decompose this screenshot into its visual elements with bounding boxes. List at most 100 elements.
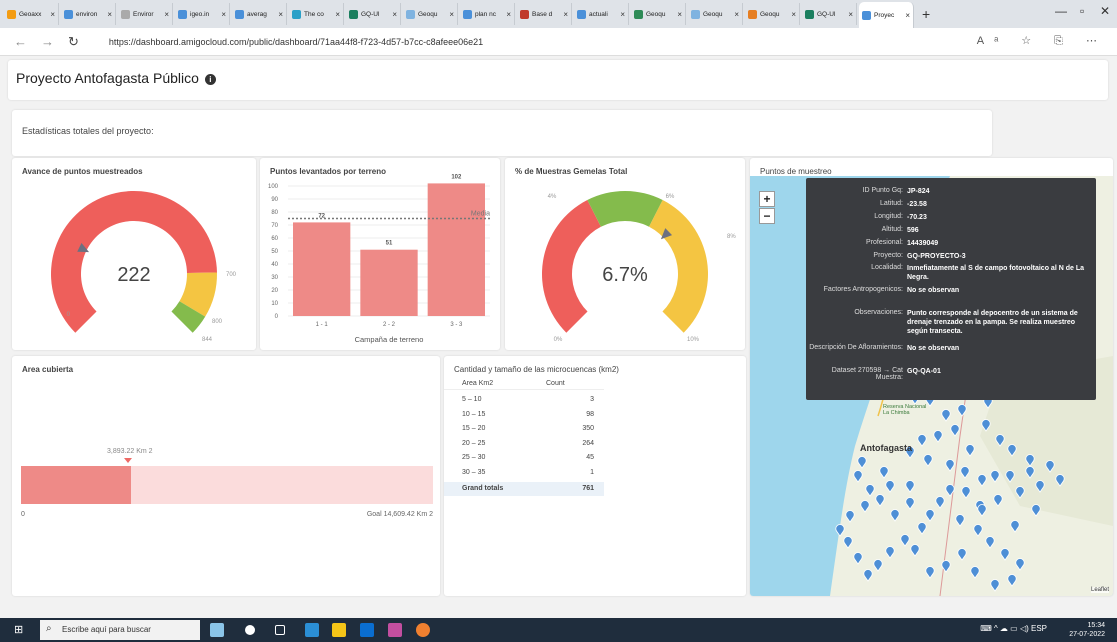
zoom-out-button[interactable]: − [759, 208, 775, 224]
browser-tab[interactable]: Base d × [517, 3, 572, 25]
gauge-gemelas-chart: 6.7% 4% 6% 8% 0% 10% [542, 191, 736, 343]
windows-start-icon[interactable]: ⊞ [14, 623, 23, 636]
gauge-tick-label: 8% [727, 234, 736, 240]
tab-favicon-icon [805, 9, 814, 19]
clock[interactable]: 15:34 27-07-2022 [1069, 621, 1105, 639]
bar-data-label: 51 [386, 241, 393, 247]
browser-tab[interactable]: plan nc × [460, 3, 515, 25]
browser-tab-bar: Geoaxx × environ × Enviror × igeo.in × averag × Th… [0, 0, 1117, 28]
tab-close-icon[interactable]: × [335, 10, 340, 19]
tab-label: The co [304, 10, 324, 18]
browser-tab[interactable]: The co × [289, 3, 344, 25]
taskbar-search[interactable]: ⌕ Escribe aquí para buscar [40, 620, 200, 640]
tab-close-icon[interactable]: × [392, 10, 397, 19]
gauge-tick-label: 0% [554, 337, 563, 343]
browser-toolbar-icons[interactable]: Aᵃ ☆ ⎘ ⋯ [977, 34, 1107, 48]
tab-close-icon[interactable]: × [791, 10, 796, 19]
tab-favicon-icon [292, 9, 301, 19]
search-icon: ⌕ [46, 623, 52, 634]
bar [293, 222, 351, 316]
page-title: Proyecto Antofagasta Público i [16, 70, 216, 86]
popup-value: 14439049 [907, 240, 939, 247]
tab-favicon-icon [121, 9, 130, 19]
tab-favicon-icon [463, 9, 472, 19]
popup-key: Latitud: [880, 200, 903, 207]
popup-value: No se observan [907, 287, 960, 294]
tab-close-icon[interactable]: × [50, 10, 55, 19]
forward-icon[interactable]: → [41, 34, 54, 49]
slack-icon[interactable] [388, 623, 402, 637]
tab-close-icon[interactable]: × [449, 10, 454, 19]
area-progress-track [21, 466, 433, 504]
tab-close-icon[interactable]: × [506, 10, 511, 19]
browser-tab[interactable]: Geoaxx × [4, 3, 59, 25]
firefox-icon[interactable] [416, 623, 430, 637]
bar-x-axis-title: Campaña de terreno [355, 335, 424, 344]
leaflet-attribution[interactable]: Leaflet [1090, 587, 1109, 593]
browser-tab[interactable]: GQ-Ul × [346, 3, 401, 25]
area-goal-label: Goal 14,609.42 Km 2 [366, 511, 433, 518]
table-cell: 15 – 20 [462, 425, 486, 432]
tab-label: Geoaxx [19, 10, 42, 18]
browser-tab[interactable]: environ × [61, 3, 116, 25]
table-cell: 1 [590, 468, 594, 476]
area-title: Area cubierta [22, 365, 74, 374]
bar-y-tick: 80 [271, 210, 278, 216]
tab-favicon-icon [235, 9, 244, 19]
page-title-text: Proyecto Antofagasta Público [16, 70, 199, 86]
cortana-icon[interactable] [245, 625, 255, 635]
info-icon[interactable]: i [204, 74, 216, 85]
table-total-label: Grand totals [462, 485, 504, 492]
browser-tab[interactable]: Geoqu × [688, 3, 743, 25]
tab-close-icon[interactable]: × [848, 10, 853, 19]
browser-tab[interactable]: Geoqu × [631, 3, 686, 25]
file-explorer-icon[interactable] [332, 623, 346, 637]
tab-close-icon[interactable]: × [905, 11, 910, 20]
system-tray[interactable]: ⌨ ^ ☁ ▭ ◁) ESP [980, 624, 1047, 633]
bar-chart: 0102030405060708090100721 - 1512 - 21023… [268, 174, 490, 344]
tab-label: plan nc [475, 10, 496, 18]
tab-label: Geoqu [703, 10, 723, 18]
task-view-icon[interactable] [275, 625, 285, 635]
reload-icon[interactable]: ↻ [68, 34, 79, 50]
minimize-icon[interactable]: — [1055, 4, 1067, 18]
gauge-tick-label: 844 [202, 337, 213, 343]
zoom-in-button[interactable]: + [759, 191, 775, 207]
bar-y-tick: 20 [271, 288, 278, 294]
taskbar-app-icon[interactable] [210, 623, 224, 637]
back-icon[interactable]: ← [14, 34, 27, 49]
table-cell: 264 [582, 439, 594, 447]
outlook-icon[interactable] [360, 623, 374, 637]
tab-close-icon[interactable]: × [278, 10, 283, 19]
area-card: Area cubierta 3,893.22 Km 2 0 Goal 14,60… [12, 356, 440, 596]
popup-key: Altitud: [881, 226, 903, 233]
browser-tab[interactable]: Geoqu × [403, 3, 458, 25]
tab-close-icon[interactable]: × [734, 10, 739, 19]
language-indicator[interactable]: ESP [1031, 624, 1047, 633]
tab-close-icon[interactable]: × [563, 10, 568, 19]
url-field[interactable]: https://dashboard.amigocloud.com/public/… [109, 37, 483, 47]
tab-label: Base d [532, 10, 553, 18]
popup-key: ID Punto Gq: [862, 187, 903, 194]
tab-label: Enviror [133, 10, 154, 18]
edge-icon[interactable] [305, 623, 319, 637]
bar-y-tick: 100 [268, 184, 279, 190]
browser-tab[interactable]: actuali × [574, 3, 629, 25]
restore-icon[interactable]: ▫ [1080, 4, 1084, 18]
close-window-icon[interactable]: ✕ [1100, 4, 1110, 18]
tab-close-icon[interactable]: × [164, 10, 169, 19]
tab-close-icon[interactable]: × [221, 10, 226, 19]
browser-tab[interactable]: Geoqu × [745, 3, 800, 25]
browser-tab[interactable]: igeo.in × [175, 3, 230, 25]
new-tab-icon[interactable]: + [922, 6, 930, 22]
tab-close-icon[interactable]: × [677, 10, 682, 19]
bar-y-tick: 10 [271, 301, 278, 307]
table-total-row: Grand totals 761 [444, 482, 604, 496]
tab-close-icon[interactable]: × [620, 10, 625, 19]
browser-tab[interactable]: averag × [232, 3, 287, 25]
browser-tab[interactable]: GQ-Ul × [802, 3, 857, 25]
pivot-table: Area Km2 Count 5 – 10 3 10 – 15 98 15 – 20 350 2… [444, 374, 604, 496]
tab-close-icon[interactable]: × [107, 10, 112, 19]
browser-tab[interactable]: Enviror × [118, 3, 173, 25]
browser-tab[interactable]: Proyec × [859, 2, 914, 28]
